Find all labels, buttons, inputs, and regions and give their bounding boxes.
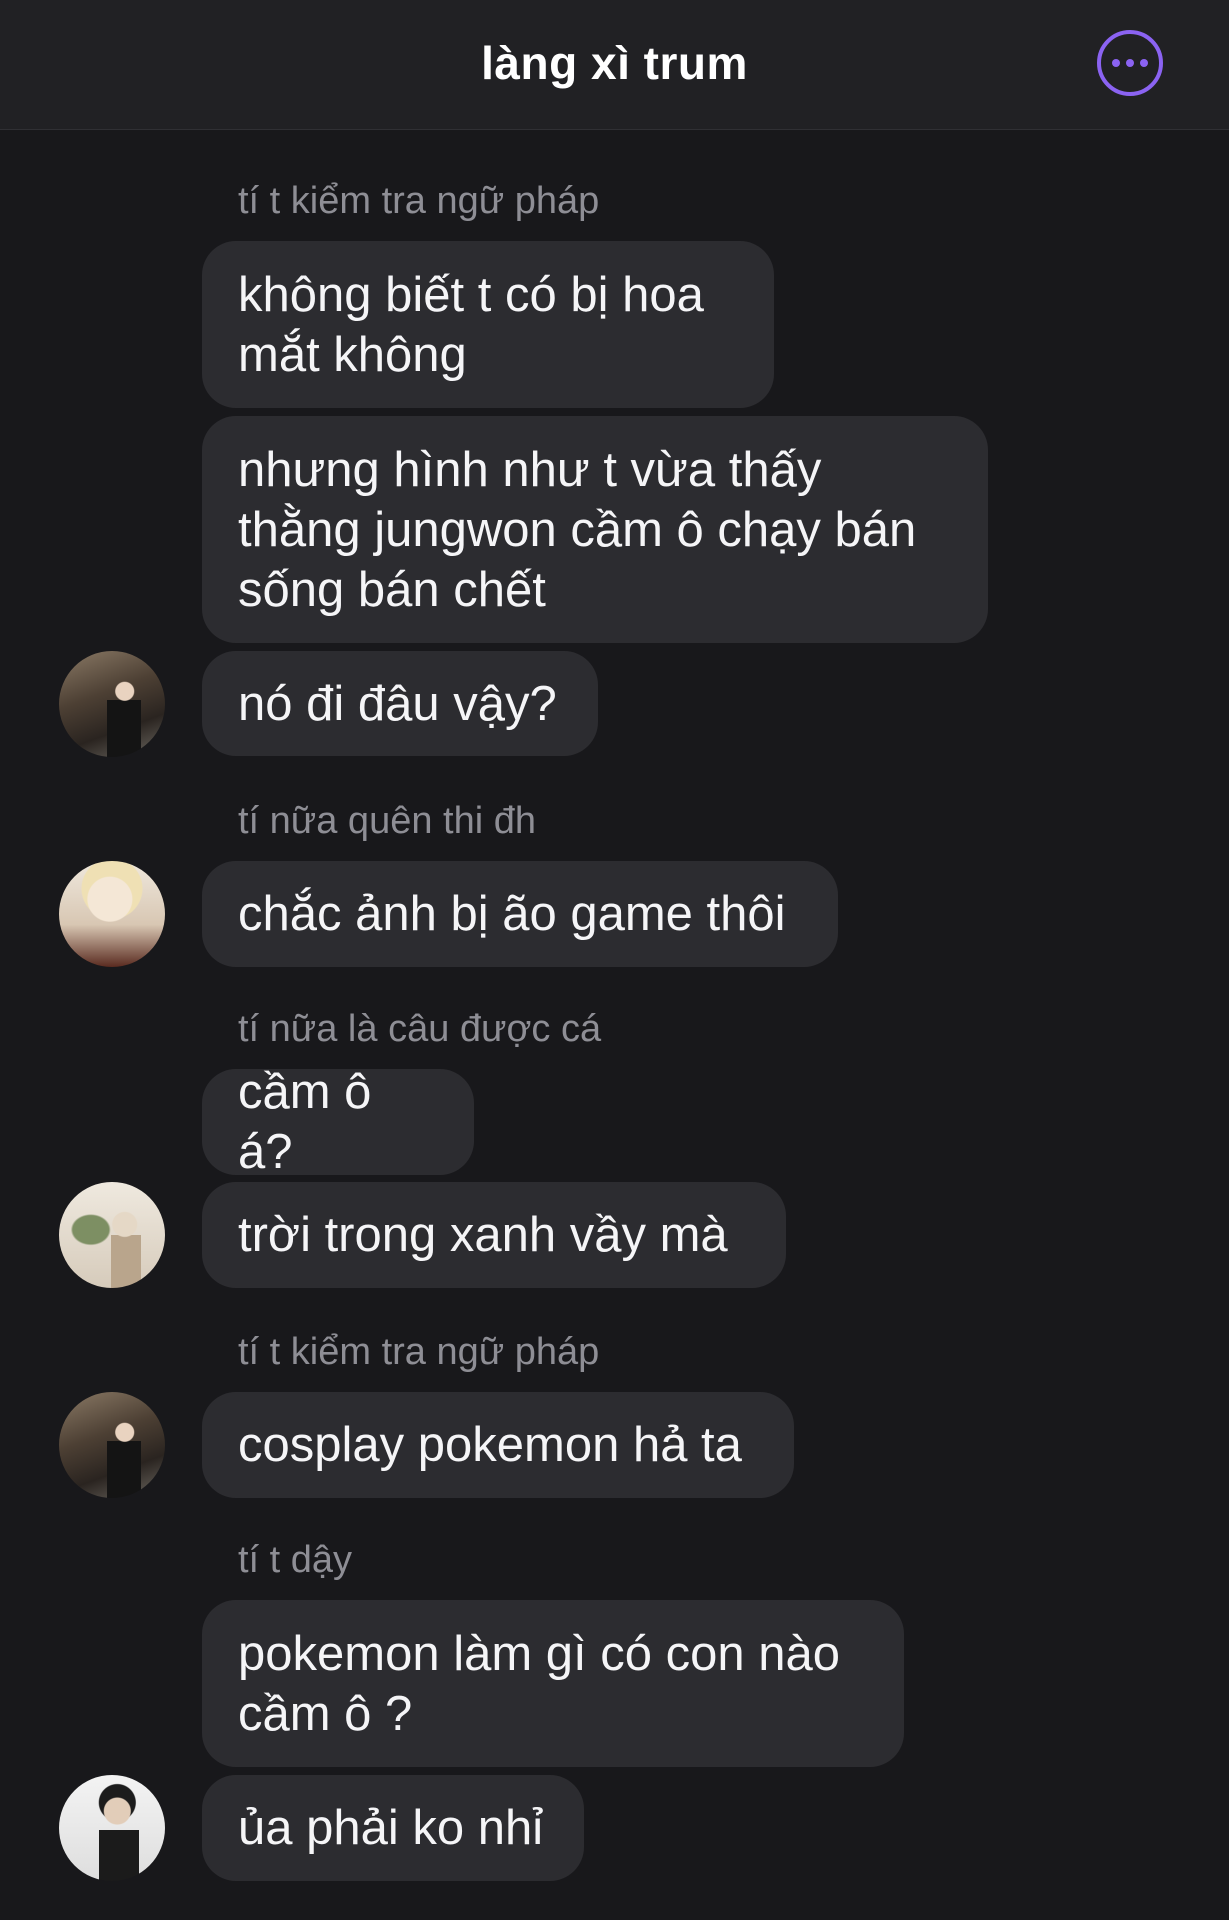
- message-bubble[interactable]: cầm ô á?: [202, 1065, 474, 1179]
- more-dot: [1112, 59, 1120, 67]
- avatar[interactable]: [59, 1775, 165, 1881]
- sender-name: tí nữa là câu được cá: [238, 1008, 602, 1050]
- chat-header: làng xì trum: [0, 0, 1229, 130]
- message-text: trời trong xanh vầy mà: [238, 1208, 728, 1262]
- more-dot: [1140, 59, 1148, 67]
- message-bubble[interactable]: chắc ảnh bị ão game thôi: [202, 861, 838, 967]
- message-text: ủa phải ko nhỉ: [238, 1801, 544, 1855]
- sender-name: tí nữa quên thi đh: [238, 800, 536, 842]
- message-text: không biết t có bị hoa mắt không: [238, 267, 704, 382]
- message-text: nó đi đâu vậy?: [238, 676, 557, 731]
- message-bubble[interactable]: cosplay pokemon hả ta: [202, 1392, 794, 1498]
- sender-name: tí t dậy: [238, 1539, 353, 1581]
- message-bubble[interactable]: nhưng hình như t vừa thấy thằng jungwon …: [202, 416, 988, 643]
- avatar[interactable]: [59, 1182, 165, 1288]
- message-text: cầm ô á?: [238, 1065, 372, 1179]
- message-bubble[interactable]: nó đi đâu vậy?: [202, 651, 598, 756]
- message-text: chắc ảnh bị ão game thôi: [238, 887, 786, 941]
- message-text: cosplay pokemon hả ta: [238, 1418, 742, 1472]
- message-text: nhưng hình như t vừa thấy thằng jungwon …: [238, 442, 917, 617]
- avatar[interactable]: [59, 861, 165, 967]
- more-options-icon[interactable]: [1097, 30, 1163, 96]
- avatar[interactable]: [59, 651, 165, 757]
- message-bubble[interactable]: pokemon làm gì có con nào cầm ô ?: [202, 1600, 904, 1767]
- message-bubble[interactable]: ủa phải ko nhỉ: [202, 1775, 584, 1881]
- message-bubble[interactable]: không biết t có bị hoa mắt không: [202, 241, 774, 408]
- sender-name: tí t kiểm tra ngữ pháp: [238, 1331, 600, 1373]
- avatar[interactable]: [59, 1392, 165, 1498]
- chat-title: làng xì trum: [481, 37, 748, 89]
- sender-name: tí t kiểm tra ngữ pháp: [238, 180, 600, 222]
- more-dot: [1126, 59, 1134, 67]
- message-bubble[interactable]: trời trong xanh vầy mà: [202, 1182, 786, 1288]
- message-text: pokemon làm gì có con nào cầm ô ?: [238, 1626, 840, 1741]
